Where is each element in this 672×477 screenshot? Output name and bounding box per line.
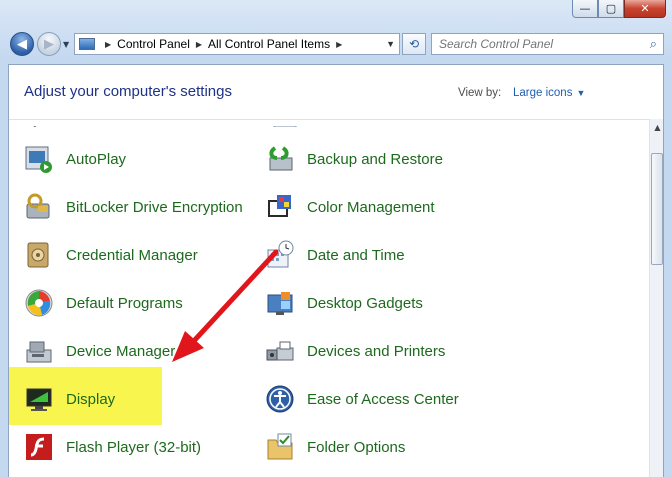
maximize-button[interactable]: ▢ <box>598 0 624 18</box>
search-input[interactable] <box>439 37 629 51</box>
header-divider <box>9 119 649 120</box>
control-panel-window: — ▢ ✕ ◀ ▶ ▼ ▶ Control Panel ▶ All Contro… <box>0 0 672 477</box>
flash-player-icon <box>24 432 54 462</box>
partial-item-icon <box>272 119 298 127</box>
refresh-icon: ⟲ <box>408 37 420 51</box>
item-backup-restore[interactable]: Backup and Restore <box>265 141 443 177</box>
breadcrumb-separator-icon[interactable]: ▶ <box>336 40 342 49</box>
item-label: Devices and Printers <box>307 342 446 360</box>
recent-pages-dropdown[interactable]: ▼ <box>63 40 69 49</box>
item-label: Flash Player (32-bit) <box>66 438 202 456</box>
item-label: Ease of Access Center <box>307 390 459 408</box>
ease-of-access-icon <box>265 384 295 414</box>
control-panel-icon <box>79 38 95 50</box>
view-by-value: Large icons <box>513 87 573 99</box>
minimize-button[interactable]: — <box>572 0 598 18</box>
scrollbar-thumb[interactable] <box>651 153 663 265</box>
vertical-scrollbar[interactable]: ▲ <box>649 119 663 477</box>
item-devices-printers[interactable]: Devices and Printers <box>265 333 445 369</box>
item-credential-manager[interactable]: Credential Manager <box>24 237 198 273</box>
item-label: Date and Time <box>307 246 405 264</box>
address-bar[interactable]: ▶ Control Panel ▶ All Control Panel Item… <box>74 33 400 55</box>
item-color-management[interactable]: Color Management <box>265 189 435 225</box>
back-arrow-icon: ◀ <box>17 36 27 52</box>
refresh-button[interactable]: ⟲ <box>402 33 426 55</box>
item-label: AutoPlay <box>66 150 127 168</box>
item-label: Folder Options <box>307 438 406 456</box>
breadcrumb-separator-icon[interactable]: ▶ <box>196 40 202 49</box>
item-date-time[interactable]: Date and Time <box>265 237 405 273</box>
device-manager-icon <box>24 336 54 366</box>
search-icon[interactable]: ⌕ <box>650 36 657 52</box>
date-time-icon <box>265 240 295 270</box>
backup-restore-icon <box>265 144 295 174</box>
item-label: Color Management <box>307 198 435 216</box>
address-dropdown-icon[interactable]: ▼ <box>386 39 395 49</box>
item-label: Device Manager <box>66 342 176 360</box>
item-autoplay[interactable]: AutoPlay <box>24 141 126 177</box>
content-pane: Adjust your computer's settings View by:… <box>8 64 664 477</box>
item-folder-options[interactable]: Folder Options <box>265 429 405 465</box>
item-desktop-gadgets[interactable]: Desktop Gadgets <box>265 285 423 321</box>
bitlocker-icon <box>24 192 54 222</box>
close-button[interactable]: ✕ <box>624 0 666 18</box>
search-box[interactable]: ⌕ <box>431 33 664 55</box>
item-label: Default Programs <box>66 294 183 312</box>
devices-printers-icon <box>265 336 295 366</box>
view-by-dropdown[interactable]: Large icons ▼ <box>513 87 585 99</box>
credential-manager-icon <box>24 240 54 270</box>
item-label: Backup and Restore <box>307 150 443 168</box>
item-label: BitLocker Drive Encryption <box>66 198 243 216</box>
item-device-manager[interactable]: Device Manager <box>24 333 175 369</box>
item-display[interactable]: Display <box>24 381 115 417</box>
chevron-down-icon: ▼ <box>63 40 70 49</box>
item-flash-player[interactable]: Flash Player (32-bit) <box>24 429 201 465</box>
folder-options-icon <box>265 432 295 462</box>
scroll-up-icon[interactable]: ▲ <box>650 119 663 135</box>
window-caption-buttons: — ▢ ✕ <box>572 0 666 20</box>
forward-button[interactable]: ▶ <box>37 32 61 56</box>
color-management-icon <box>265 192 295 222</box>
default-programs-icon <box>24 288 54 318</box>
item-label: Desktop Gadgets <box>307 294 423 312</box>
item-ease-of-access[interactable]: Ease of Access Center <box>265 381 459 417</box>
chevron-down-icon: ▼ <box>576 88 586 98</box>
page-title: Adjust your computer's settings <box>24 83 232 100</box>
breadcrumb-all-items[interactable]: All Control Panel Items <box>208 37 330 51</box>
forward-arrow-icon: ▶ <box>44 36 54 52</box>
view-by-label: View by: <box>458 87 502 99</box>
item-default-programs[interactable]: Default Programs <box>24 285 183 321</box>
display-icon <box>24 384 54 414</box>
desktop-gadgets-icon <box>265 288 295 318</box>
item-bitlocker[interactable]: BitLocker Drive Encryption <box>24 189 243 225</box>
autoplay-icon <box>24 144 54 174</box>
breadcrumb-separator-icon[interactable]: ▶ <box>105 40 111 49</box>
back-button[interactable]: ◀ <box>10 32 34 56</box>
partial-item-icon <box>31 119 45 127</box>
item-label: Display <box>66 390 116 408</box>
breadcrumb-control-panel[interactable]: Control Panel <box>117 37 190 51</box>
item-label: Credential Manager <box>66 246 198 264</box>
